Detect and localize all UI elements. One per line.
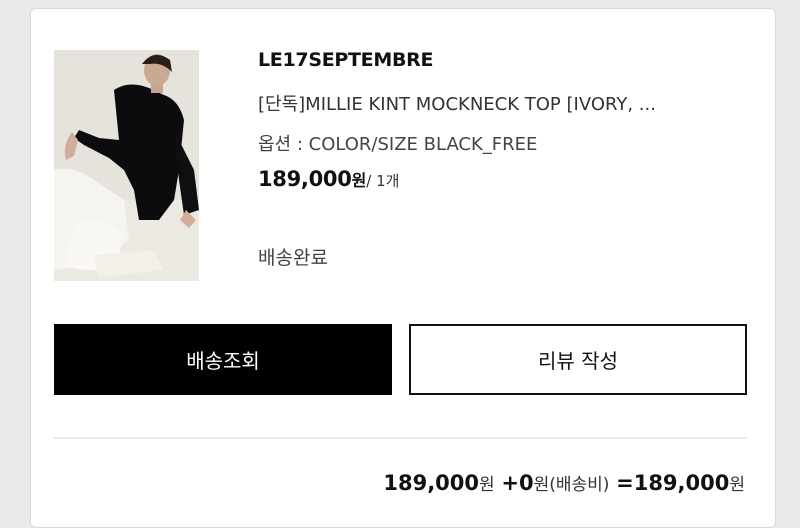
total-price-unit: 원 — [729, 475, 745, 495]
price-line: 189,000원/ 1개 — [258, 167, 399, 191]
shipping-fee-label: (배송비) — [549, 475, 610, 495]
price-currency: 원 — [351, 171, 367, 190]
shipping-fee-unit: 원 — [533, 475, 550, 495]
delivery-status: 배송완료 — [258, 247, 328, 269]
quantity-text: / 1개 — [366, 172, 400, 190]
brand-name[interactable]: LE17SEPTEMBRE — [258, 49, 433, 71]
total-price: 189,000 — [633, 471, 730, 495]
shipping-fee: 0 — [518, 471, 534, 495]
item-price-unit: 원 — [479, 475, 495, 495]
plus-sign: + — [501, 471, 519, 495]
order-card: LE17SEPTEMBRE [단독]MILLIE KINT MOCKNECK T… — [30, 8, 776, 528]
product-name[interactable]: [단독]MILLIE KINT MOCKNECK TOP [IVORY, ... — [258, 90, 758, 116]
equals-sign: = — [616, 471, 634, 495]
item-price: 189,000 — [383, 471, 480, 495]
product-thumbnail[interactable] — [54, 50, 199, 281]
write-review-button[interactable]: 리뷰 작성 — [409, 324, 747, 395]
option-text: 옵션 : COLOR/SIZE BLACK_FREE — [258, 134, 538, 155]
price-amount: 189,000 — [258, 167, 352, 191]
track-delivery-button[interactable]: 배송조회 — [54, 324, 392, 395]
divider — [54, 437, 747, 439]
order-total-summary: 189,000원 +0원(배송비) =189,000원 — [383, 470, 745, 495]
product-photo — [54, 50, 199, 281]
